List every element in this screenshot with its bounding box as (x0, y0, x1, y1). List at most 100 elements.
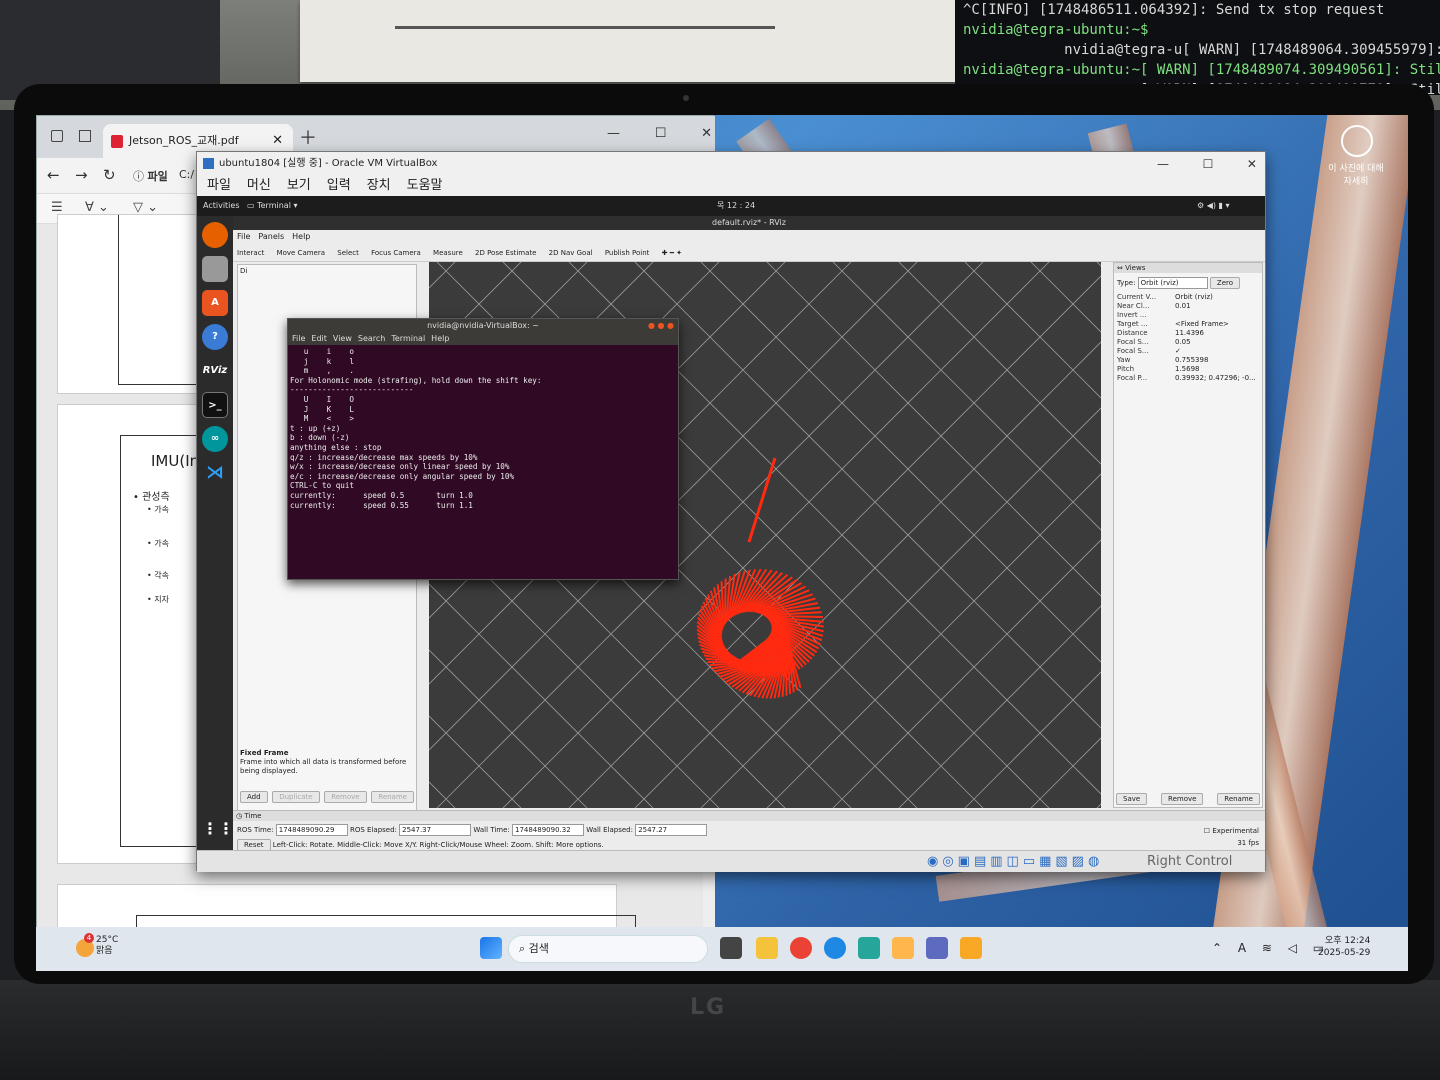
tool-2d-pose-estimate[interactable]: 2D Pose Estimate (475, 249, 536, 257)
close-icon[interactable]: ✕ (1247, 152, 1257, 176)
term-menu-file[interactable]: File (292, 334, 305, 343)
rename-button[interactable]: Rename (371, 791, 414, 803)
pdf-tab-title: Jetson_ROS_교재.pdf (129, 134, 239, 147)
start-icon[interactable] (480, 937, 502, 959)
firefox-icon[interactable] (202, 222, 228, 248)
address-text[interactable]: C:/ (179, 168, 194, 181)
activities-button[interactable]: Activities (203, 196, 240, 216)
terminal-line: m , . (290, 366, 355, 376)
ros-time-field[interactable]: 1748489090.29 (275, 824, 348, 836)
views-type-select[interactable]: Orbit (rviz) (1137, 277, 1208, 289)
add-button[interactable]: Add (240, 791, 268, 803)
close-icon[interactable]: ✕ (701, 126, 712, 141)
workspaces-icon[interactable] (51, 130, 63, 142)
views-property-row[interactable]: Current V... Orbit (rviz) (1114, 293, 1262, 302)
minimize-icon[interactable]: — (607, 126, 620, 141)
arduino-icon[interactable]: ∞ (202, 426, 228, 452)
ros-elapsed-field[interactable]: 2547.37 (399, 824, 472, 836)
task-view-icon[interactable] (720, 937, 742, 959)
snipping-icon[interactable] (892, 937, 914, 959)
new-tab-icon[interactable]: ＋ (299, 124, 317, 150)
gnome-clock[interactable]: 목 12 : 24 (717, 196, 755, 216)
remove-view-button[interactable]: Remove (1161, 793, 1204, 805)
vm-taskbar-icon[interactable] (960, 937, 982, 959)
views-property-row[interactable]: Target ... <Fixed Frame> (1114, 320, 1262, 329)
highlight-icon[interactable]: ∀ ⌄ (85, 200, 109, 215)
app-menu[interactable]: ▭ Terminal ▾ (247, 196, 297, 216)
tool-move-camera[interactable]: Move Camera (277, 249, 325, 257)
system-tray-icon[interactable]: ⚙ ◀) ▮ ▾ (1197, 196, 1230, 216)
vb-menu-machine[interactable]: 머신 (247, 178, 271, 193)
tool-focus-camera[interactable]: Focus Camera (371, 249, 421, 257)
views-property-row[interactable]: Distance 11.4396 (1114, 329, 1262, 338)
views-property-row[interactable]: Invert ... (1114, 311, 1262, 320)
vb-menu-help[interactable]: 도움말 (407, 178, 443, 193)
rviz-icon[interactable]: RViz (202, 358, 228, 384)
forward-icon[interactable]: → (75, 166, 88, 184)
refresh-icon[interactable]: ↻ (103, 166, 116, 184)
help-icon[interactable]: ? (202, 324, 228, 350)
search-box[interactable]: ⌕ 검색 (508, 935, 708, 963)
remove-button[interactable]: Remove (324, 791, 367, 803)
system-tray[interactable]: ⌃ A ≋ ◁ ▭ (1212, 941, 1330, 955)
clock[interactable]: 오후 12:24 2025-05-29 (1318, 935, 1370, 959)
experimental-checkbox[interactable]: ☐ Experimental (1204, 827, 1259, 835)
contents-icon[interactable]: ☰ (51, 200, 63, 215)
views-property-row[interactable]: Pitch 1.5698 (1114, 365, 1262, 374)
tool-measure[interactable]: Measure (433, 249, 463, 257)
term-menu-edit[interactable]: Edit (311, 334, 327, 343)
zero-button[interactable]: Zero (1209, 277, 1241, 289)
duplicate-button[interactable]: Duplicate (272, 791, 320, 803)
views-property-row[interactable]: Yaw 0.755398 (1114, 356, 1262, 365)
terminal-window-controls[interactable]: ● ● ● (648, 319, 674, 333)
vb-menu-input[interactable]: 입력 (327, 178, 351, 193)
file-label: ⓘ 파일 (133, 170, 168, 183)
show-apps-icon[interactable]: ⋮⋮⋮ (202, 816, 250, 842)
term-menu-terminal[interactable]: Terminal (391, 334, 425, 343)
rviz-menu-file[interactable]: File (237, 232, 250, 241)
property-name: Current V... (1117, 293, 1157, 301)
term-menu-search[interactable]: Search (358, 334, 385, 343)
displays-tab[interactable]: Di (240, 267, 247, 275)
term-menu-help[interactable]: Help (431, 334, 449, 343)
rviz-menu-help[interactable]: Help (292, 232, 310, 241)
wall-time-field[interactable]: 1748489090.32 (511, 824, 584, 836)
files-icon[interactable] (202, 256, 228, 282)
terminal-icon[interactable]: >_ (202, 392, 228, 418)
device-status-icons[interactable]: ◉◎▣▤▥◫▭▦▧▨◍ (927, 851, 1103, 873)
software-icon[interactable]: A (202, 290, 228, 316)
views-property-row[interactable]: Focal S... 0.05 (1114, 338, 1262, 347)
virtualbox-taskbar-icon[interactable] (926, 937, 948, 959)
weather-widget[interactable]: 25°C 맑음 (96, 935, 118, 957)
views-property-row[interactable]: Focal S... ✓ (1114, 347, 1262, 356)
vb-menu-file[interactable]: 파일 (207, 178, 231, 193)
tool-interact[interactable]: Interact (237, 249, 264, 257)
chrome-icon[interactable] (790, 937, 812, 959)
maximize-icon[interactable]: ☐ (655, 126, 667, 141)
views-property-row[interactable]: Focal P... 0.39932; 0.47296; -0... (1114, 374, 1262, 383)
wall-elapsed-field[interactable]: 2547.27 (635, 824, 708, 836)
vb-menu-devices[interactable]: 장치 (367, 178, 391, 193)
app-icon[interactable] (858, 937, 880, 959)
edge-icon[interactable] (824, 937, 846, 959)
rviz-menu-panels[interactable]: Panels (258, 232, 284, 241)
back-icon[interactable]: ← (47, 166, 60, 184)
tool-publish-point[interactable]: Publish Point (605, 249, 650, 257)
rename-view-button[interactable]: Rename (1217, 793, 1260, 805)
vscode-icon[interactable]: ⋊ (202, 460, 228, 486)
minimize-icon[interactable]: — (1157, 152, 1169, 176)
add-tool-icon[interactable]: ✚ ━ ✦ (662, 249, 682, 257)
visual-search-icon[interactable] (1341, 125, 1373, 157)
tab-list-icon[interactable] (79, 130, 91, 142)
term-menu-view[interactable]: View (333, 334, 352, 343)
terminal-output[interactable]: u i o j k l m , . For Holonomic mode (str… (290, 347, 676, 579)
save-view-button[interactable]: Save (1116, 793, 1148, 805)
virtualbox-title: ubuntu1804 [실행 중] - Oracle VM VirtualBox (219, 158, 438, 169)
maximize-icon[interactable]: ☐ (1203, 152, 1214, 176)
tool-select[interactable]: Select (337, 249, 359, 257)
draw-icon[interactable]: ▽ ⌄ (133, 200, 158, 215)
views-property-row[interactable]: Near Cl... 0.01 (1114, 302, 1262, 311)
file-explorer-icon[interactable] (756, 937, 778, 959)
vb-menu-view[interactable]: 보기 (287, 178, 311, 193)
tool-2d-nav-goal[interactable]: 2D Nav Goal (549, 249, 593, 257)
